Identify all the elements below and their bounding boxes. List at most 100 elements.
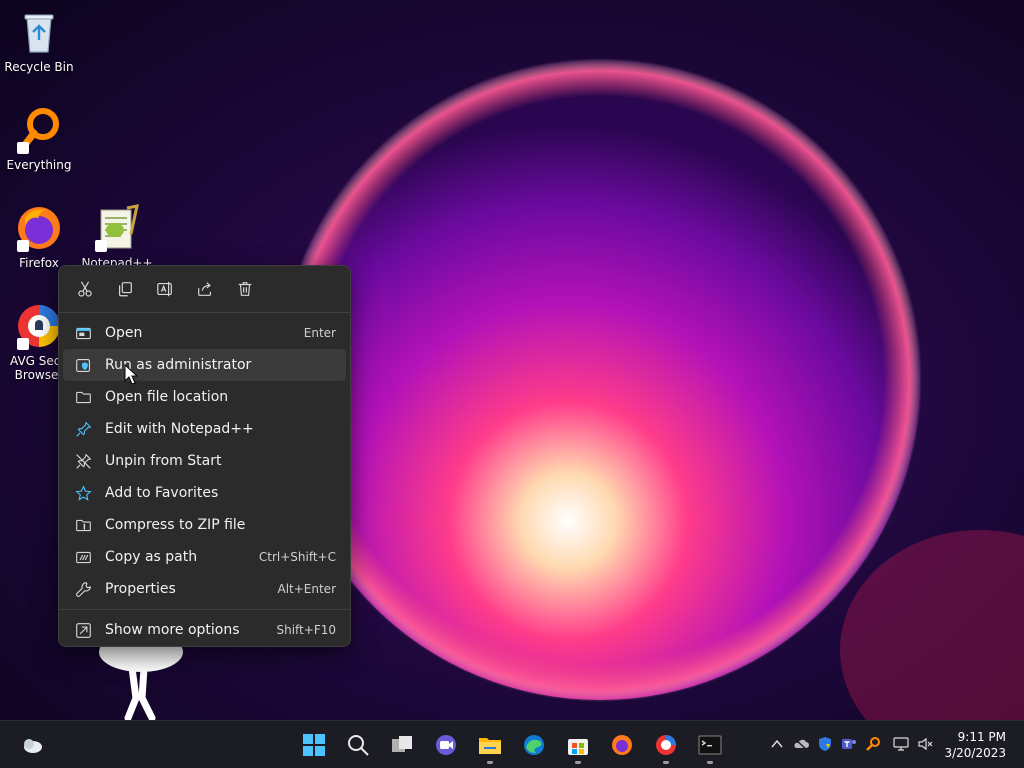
zip-icon [75, 519, 91, 531]
shortcut-arrow-icon [17, 142, 29, 154]
desktop-icon-notepad-plus-plus[interactable]: Notepad++ [78, 204, 156, 270]
everything-tray-button[interactable] [864, 735, 882, 753]
menu-item-add-to-favorites[interactable]: Add to Favorites [63, 477, 346, 509]
recycle-bin-icon [15, 8, 63, 56]
avg-secure-browser-icon [15, 302, 63, 350]
menu-item-shortcut: Ctrl+Shift+C [258, 550, 336, 564]
desktop-sticker-figure [99, 640, 183, 720]
mouse-pointer-icon [124, 364, 138, 385]
chat-button[interactable] [430, 729, 462, 761]
avg-browser-button[interactable] [650, 729, 682, 764]
search-button[interactable] [342, 729, 374, 761]
context-menu-items: Open Enter Run as administrator Open fil… [59, 313, 350, 609]
folder-icon [75, 391, 91, 403]
menu-item-shortcut: Shift+F10 [276, 623, 336, 637]
file-explorer-icon [479, 738, 501, 754]
menu-item-label: Open file location [105, 389, 229, 405]
copy-button[interactable] [109, 273, 141, 305]
firefox-icon [15, 204, 63, 252]
menu-item-open[interactable]: Open Enter [63, 317, 346, 349]
start-button[interactable] [298, 729, 330, 761]
open-app-icon [75, 327, 91, 339]
notepad-plus-plus-icon [93, 204, 141, 252]
trash-icon [238, 282, 252, 296]
menu-item-label: Open [105, 325, 143, 341]
firefox-taskbar-button[interactable] [606, 729, 638, 761]
menu-item-label: Copy as path [105, 549, 198, 565]
menu-item-copy-as-path[interactable]: Copy as path Ctrl+Shift+C [63, 541, 346, 573]
wrench-icon [75, 581, 91, 597]
menu-item-compress-to-zip[interactable]: Compress to ZIP file [63, 509, 346, 541]
firefox-icon [612, 735, 632, 755]
show-hidden-icons-button[interactable] [768, 735, 786, 753]
running-indicator [707, 761, 713, 764]
shield-admin-icon [75, 358, 90, 372]
desktop-icon-recycle-bin[interactable]: Recycle Bin [0, 8, 78, 74]
weather-cloud-icon [24, 739, 42, 753]
menu-item-show-more-options[interactable]: Show more options Shift+F10 [63, 614, 346, 646]
avg-browser-icon [656, 735, 676, 755]
menu-item-label: Properties [105, 581, 176, 597]
menu-item-properties[interactable]: Properties Alt+Enter [63, 573, 346, 605]
menu-item-label: Show more options [105, 622, 240, 638]
edge-icon [524, 735, 544, 755]
task-view-button[interactable] [386, 729, 418, 761]
menu-item-unpin-from-start[interactable]: Unpin from Start [63, 445, 346, 477]
running-indicator [575, 761, 581, 764]
menu-item-label: Edit with Notepad++ [105, 421, 254, 437]
desktop-icon-firefox[interactable]: Firefox [0, 204, 78, 270]
system-clock[interactable]: 9:11 PM 3/20/2023 [944, 729, 1006, 761]
menu-item-open-file-location[interactable]: Open file location [63, 381, 346, 413]
notepad-edit-icon [75, 421, 91, 437]
menu-item-edit-with-notepad-plus-plus[interactable]: Edit with Notepad++ [63, 413, 346, 445]
context-menu: Open Enter Run as administrator Open fil… [58, 265, 351, 647]
start-icon [303, 734, 325, 756]
onedrive-icon [794, 738, 809, 751]
teams-icon [842, 739, 856, 749]
terminal-icon [698, 735, 722, 755]
rename-button[interactable] [149, 273, 181, 305]
everything-tray-icon [866, 737, 880, 751]
shortcut-arrow-icon [17, 240, 29, 252]
network-tray-button[interactable] [892, 735, 910, 753]
store-icon [568, 739, 588, 755]
menu-item-label: Add to Favorites [105, 485, 219, 501]
desktop-icon-everything[interactable]: Everything [0, 106, 78, 172]
menu-item-label: Compress to ZIP file [105, 517, 246, 533]
menu-item-label: Unpin from Start [105, 453, 222, 469]
defender-icon [819, 737, 831, 751]
running-indicator [663, 761, 669, 764]
menu-item-run-as-administrator[interactable]: Run as administrator [63, 349, 346, 381]
share-button[interactable] [189, 273, 221, 305]
copy-path-icon [75, 551, 91, 563]
teams-tray-button[interactable] [840, 735, 858, 753]
store-button[interactable] [562, 729, 594, 764]
file-explorer-button[interactable] [474, 729, 506, 764]
onedrive-tray-button[interactable] [792, 735, 810, 753]
shortcut-arrow-icon [17, 338, 29, 350]
copy-icon [119, 282, 132, 297]
network-icon [893, 737, 909, 751]
task-view-icon [392, 736, 412, 752]
cut-icon [78, 281, 92, 297]
search-icon [348, 735, 369, 756]
terminal-button[interactable] [694, 729, 726, 764]
more-options-icon [75, 622, 91, 638]
weather-widget-button[interactable] [16, 729, 48, 761]
context-menu-footer: Show more options Shift+F10 [59, 610, 350, 650]
desktop[interactable]: Recycle Bin Everything Firefox Notepad++… [0, 0, 1024, 720]
defender-tray-button[interactable] [816, 735, 834, 753]
menu-item-shortcut: Enter [303, 326, 336, 340]
volume-tray-button[interactable] [916, 735, 934, 753]
delete-button[interactable] [229, 273, 261, 305]
edge-button[interactable] [518, 729, 550, 761]
menu-item-label: Run as administrator [105, 357, 252, 373]
desktop-icon-label: Recycle Bin [4, 60, 74, 74]
clock-time: 9:11 PM [957, 730, 1006, 744]
shortcut-arrow-icon [95, 240, 107, 252]
cut-button[interactable] [69, 273, 101, 305]
volume-muted-icon [918, 737, 933, 751]
rename-icon [157, 281, 172, 297]
clock-date: 3/20/2023 [944, 746, 1006, 760]
running-indicator [487, 761, 493, 764]
